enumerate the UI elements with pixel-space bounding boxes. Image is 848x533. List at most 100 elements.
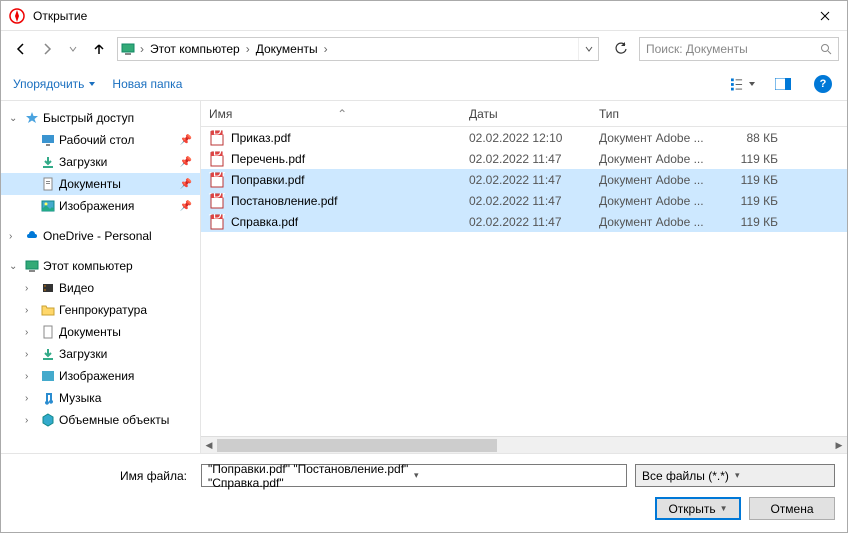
file-type: Документ Adobe ...: [591, 173, 721, 187]
file-type: Документ Adobe ...: [591, 131, 721, 145]
tree-folder-genpros[interactable]: ›Генпрокуратура: [1, 299, 200, 321]
file-size: 119 КБ: [721, 215, 786, 229]
star-icon: [23, 111, 41, 125]
tree-3d-objects[interactable]: ›Объемные объекты: [1, 409, 200, 431]
tree-music[interactable]: ›Музыка: [1, 387, 200, 409]
pc-icon: [23, 259, 41, 273]
file-list[interactable]: PDFПриказ.pdf02.02.2022 12:10Документ Ad…: [201, 127, 847, 436]
bottom-panel: Имя файла: "Поправки.pdf" "Постановление…: [1, 453, 847, 532]
folder-icon: [39, 303, 57, 317]
file-date: 02.02.2022 11:47: [461, 215, 591, 229]
organize-button[interactable]: Упорядочить: [13, 77, 96, 91]
horizontal-scrollbar[interactable]: ◀ ▶: [201, 436, 847, 453]
pin-icon: 📌: [180, 201, 192, 212]
scroll-left-icon[interactable]: ◀: [201, 437, 217, 454]
filetype-value: Все файлы (*.*): [642, 469, 735, 483]
main-area: ⌄Быстрый доступ Рабочий стол📌 Загрузки📌 …: [1, 101, 847, 453]
file-row[interactable]: PDFПоправки.pdf02.02.2022 11:47Документ …: [201, 169, 847, 190]
file-row[interactable]: PDFПеречень.pdf02.02.2022 11:47Документ …: [201, 148, 847, 169]
breadcrumb[interactable]: › Этот компьютер › Документы ›: [117, 37, 599, 61]
chevron-right-icon[interactable]: ›: [322, 42, 330, 56]
document-icon: [39, 177, 57, 191]
pin-icon: 📌: [180, 135, 192, 146]
file-type: Документ Adobe ...: [591, 215, 721, 229]
svg-text:PDF: PDF: [209, 193, 225, 201]
chevron-down-icon: ▼: [720, 504, 728, 513]
file-name: Перечень.pdf: [231, 152, 305, 166]
pictures-icon: [39, 369, 57, 383]
desktop-icon: [39, 133, 57, 147]
filetype-select[interactable]: Все файлы (*.*) ▾: [635, 464, 835, 487]
column-type[interactable]: Тип: [591, 101, 721, 126]
pdf-icon: PDF: [209, 172, 225, 188]
tree-pictures[interactable]: Изображения📌: [1, 195, 200, 217]
close-button[interactable]: [805, 2, 845, 30]
file-row[interactable]: PDFСправка.pdf02.02.2022 11:47Документ A…: [201, 211, 847, 232]
pin-icon: 📌: [180, 157, 192, 168]
chevron-right-icon[interactable]: ›: [138, 42, 146, 56]
file-row[interactable]: PDFПриказ.pdf02.02.2022 12:10Документ Ad…: [201, 127, 847, 148]
file-size: 119 КБ: [721, 152, 786, 166]
chevron-down-icon[interactable]: ▾: [735, 470, 828, 481]
chevron-down-icon[interactable]: ▾: [414, 470, 620, 481]
file-date: 02.02.2022 11:47: [461, 152, 591, 166]
search-input[interactable]: Поиск: Документы: [639, 37, 839, 61]
app-icon: [9, 8, 25, 24]
recent-dropdown[interactable]: [61, 37, 85, 61]
tree-pictures-2[interactable]: ›Изображения: [1, 365, 200, 387]
tree-documents[interactable]: Документы📌: [1, 173, 200, 195]
tree-this-pc[interactable]: ⌄Этот компьютер: [1, 255, 200, 277]
tree-onedrive[interactable]: ›OneDrive - Personal: [1, 225, 200, 247]
column-date[interactable]: Даты: [461, 101, 591, 126]
column-size[interactable]: [721, 101, 786, 126]
cancel-button[interactable]: Отмена: [749, 497, 835, 520]
toolbar: Упорядочить Новая папка ?: [1, 67, 847, 101]
filename-input[interactable]: "Поправки.pdf" "Постановление.pdf" "Спра…: [201, 464, 627, 487]
new-folder-button[interactable]: Новая папка: [112, 77, 182, 91]
navbar: › Этот компьютер › Документы › Поиск: До…: [1, 31, 847, 67]
open-button[interactable]: Открыть▼: [655, 497, 741, 520]
sort-up-icon: ⌃: [232, 107, 452, 121]
breadcrumb-folder[interactable]: Документы: [252, 42, 322, 56]
search-icon: [820, 43, 832, 55]
pdf-icon: PDF: [209, 130, 225, 146]
file-size: 119 КБ: [721, 194, 786, 208]
video-icon: [39, 281, 57, 295]
pdf-icon: PDF: [209, 193, 225, 209]
refresh-button[interactable]: [609, 37, 633, 61]
tree-downloads-2[interactable]: ›Загрузки: [1, 343, 200, 365]
pdf-icon: PDF: [209, 214, 225, 230]
search-placeholder: Поиск: Документы: [646, 42, 820, 56]
scroll-thumb[interactable]: [217, 439, 497, 452]
download-icon: [39, 347, 57, 361]
scroll-right-icon[interactable]: ▶: [831, 437, 847, 454]
tree-desktop[interactable]: Рабочий стол📌: [1, 129, 200, 151]
window-title: Открытие: [33, 9, 805, 23]
tree-videos[interactable]: ›Видео: [1, 277, 200, 299]
nav-tree[interactable]: ⌄Быстрый доступ Рабочий стол📌 Загрузки📌 …: [1, 101, 201, 453]
file-size: 88 КБ: [721, 131, 786, 145]
tree-quick-access[interactable]: ⌄Быстрый доступ: [1, 107, 200, 129]
column-headers: Имя⌃ Даты Тип: [201, 101, 847, 127]
pin-icon: 📌: [180, 179, 192, 190]
file-name: Постановление.pdf: [231, 194, 337, 208]
preview-pane-button[interactable]: [771, 72, 795, 96]
breadcrumb-root[interactable]: Этот компьютер: [146, 42, 244, 56]
tree-downloads[interactable]: Загрузки📌: [1, 151, 200, 173]
cube-icon: [39, 413, 57, 427]
address-dropdown[interactable]: [578, 38, 598, 60]
up-button[interactable]: [87, 37, 111, 61]
tree-documents-2[interactable]: ›Документы: [1, 321, 200, 343]
view-mode-button[interactable]: [731, 72, 755, 96]
file-date: 02.02.2022 11:47: [461, 194, 591, 208]
chevron-right-icon[interactable]: ›: [244, 42, 252, 56]
file-type: Документ Adobe ...: [591, 194, 721, 208]
file-row[interactable]: PDF Постановление.pdf 02.02.2022 11:47Доку…: [201, 190, 847, 211]
back-button[interactable]: [9, 37, 33, 61]
file-date: 02.02.2022 12:10: [461, 131, 591, 145]
svg-text:PDF: PDF: [209, 151, 225, 159]
column-name[interactable]: Имя⌃: [201, 101, 461, 126]
file-name: Поправки.pdf: [231, 173, 305, 187]
forward-button[interactable]: [35, 37, 59, 61]
help-button[interactable]: ?: [811, 72, 835, 96]
